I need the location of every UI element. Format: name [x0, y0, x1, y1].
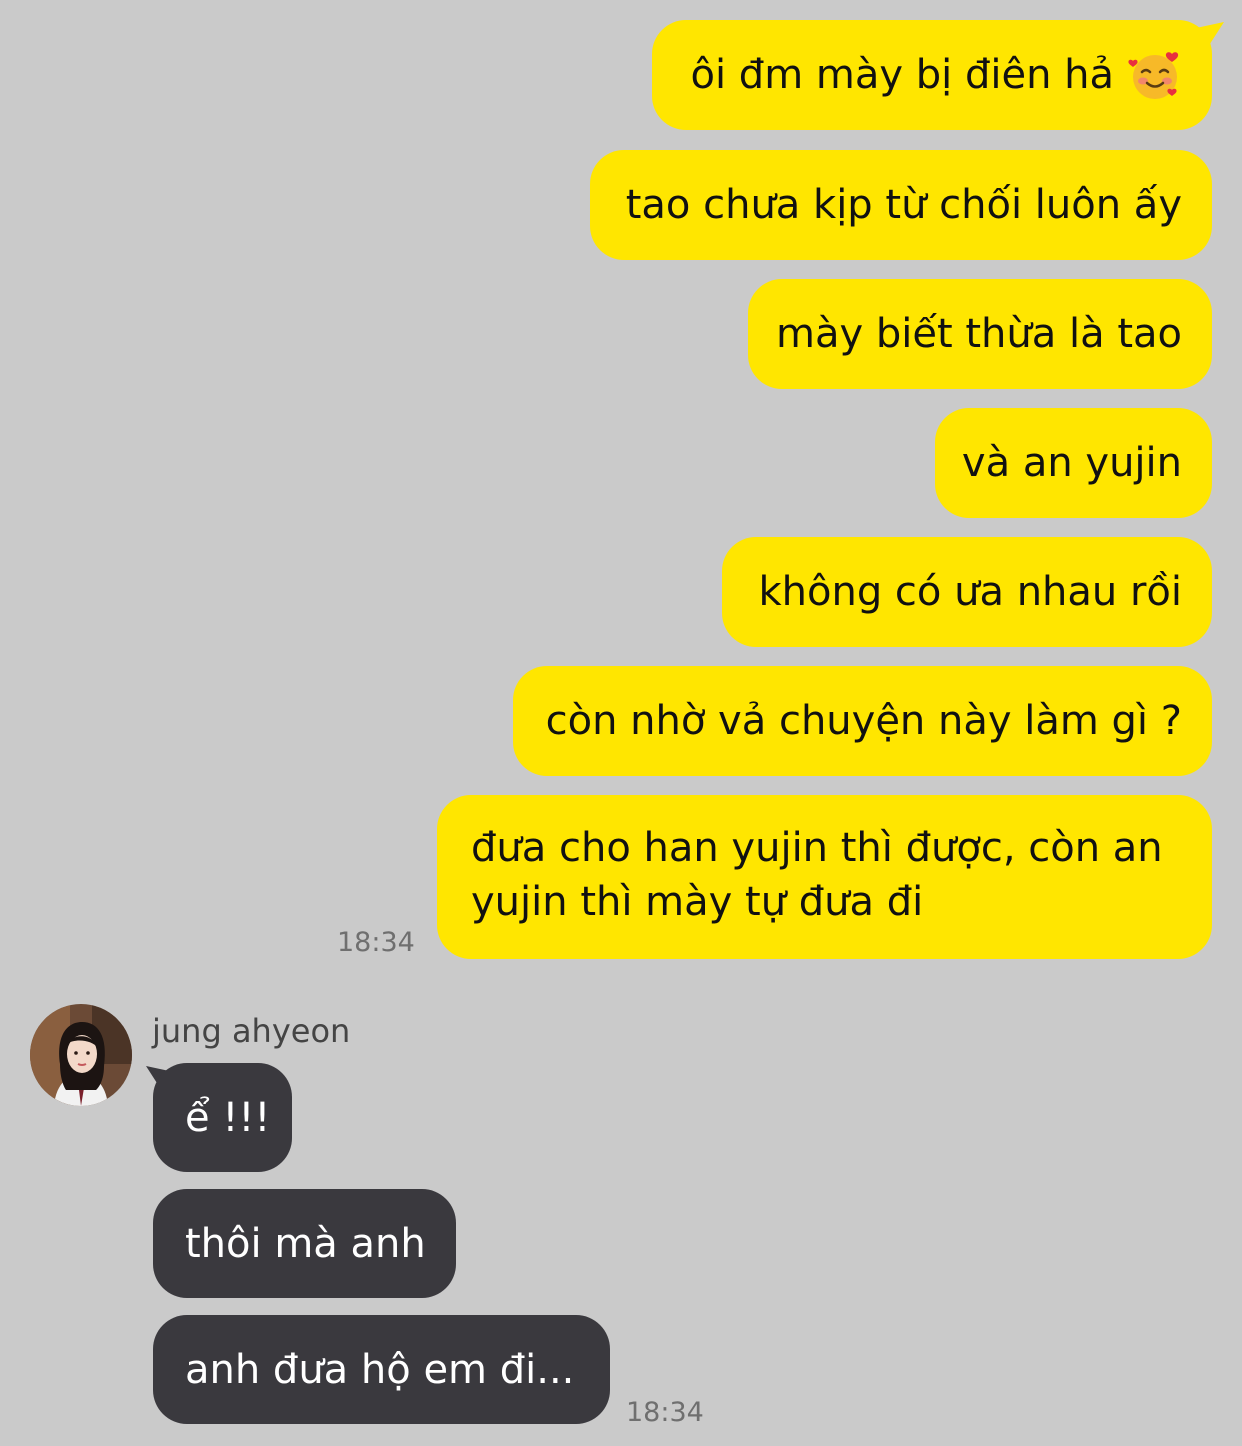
- outgoing-message[interactable]: không có ưa nhau rồi: [722, 537, 1212, 647]
- message-text: mày biết thừa là tao: [776, 311, 1182, 357]
- profile-photo-icon[interactable]: [30, 1004, 132, 1106]
- incoming-message[interactable]: ể !!!: [153, 1063, 292, 1172]
- outgoing-message[interactable]: đưa cho han yujin thì được, còn an yujin…: [437, 795, 1212, 959]
- outgoing-message[interactable]: mày biết thừa là tao: [748, 279, 1212, 389]
- message-text: còn nhờ vả chuyện này làm gì ?: [545, 698, 1182, 744]
- incoming-timestamp: 18:34: [626, 1397, 704, 1428]
- sender-name: jung ahyeon: [152, 1012, 351, 1050]
- message-text: không có ưa nhau rồi: [758, 569, 1182, 615]
- outgoing-message[interactable]: ôi đm mày bị điên hả: [652, 20, 1212, 130]
- outgoing-timestamp: 18:34: [337, 927, 415, 958]
- incoming-message[interactable]: thôi mà anh: [153, 1189, 456, 1298]
- outgoing-message[interactable]: tao chưa kịp từ chối luôn ấy: [590, 150, 1212, 260]
- message-text: ôi đm mày bị điên hả: [690, 52, 1115, 98]
- message-text: ể !!!: [185, 1094, 271, 1141]
- message-text: tao chưa kịp từ chối luôn ấy: [625, 182, 1182, 228]
- message-text: anh đưa hộ em đi...: [185, 1346, 575, 1393]
- message-text: và an yujin: [961, 440, 1182, 486]
- smiling-face-with-hearts-icon: [1128, 52, 1179, 99]
- outgoing-message[interactable]: còn nhờ vả chuyện này làm gì ?: [513, 666, 1212, 776]
- incoming-message[interactable]: anh đưa hộ em đi...: [153, 1315, 610, 1424]
- outgoing-message[interactable]: và an yujin: [935, 408, 1212, 518]
- message-text: đưa cho han yujin thì được, còn an yujin…: [471, 825, 1163, 925]
- message-text: thôi mà anh: [185, 1220, 426, 1267]
